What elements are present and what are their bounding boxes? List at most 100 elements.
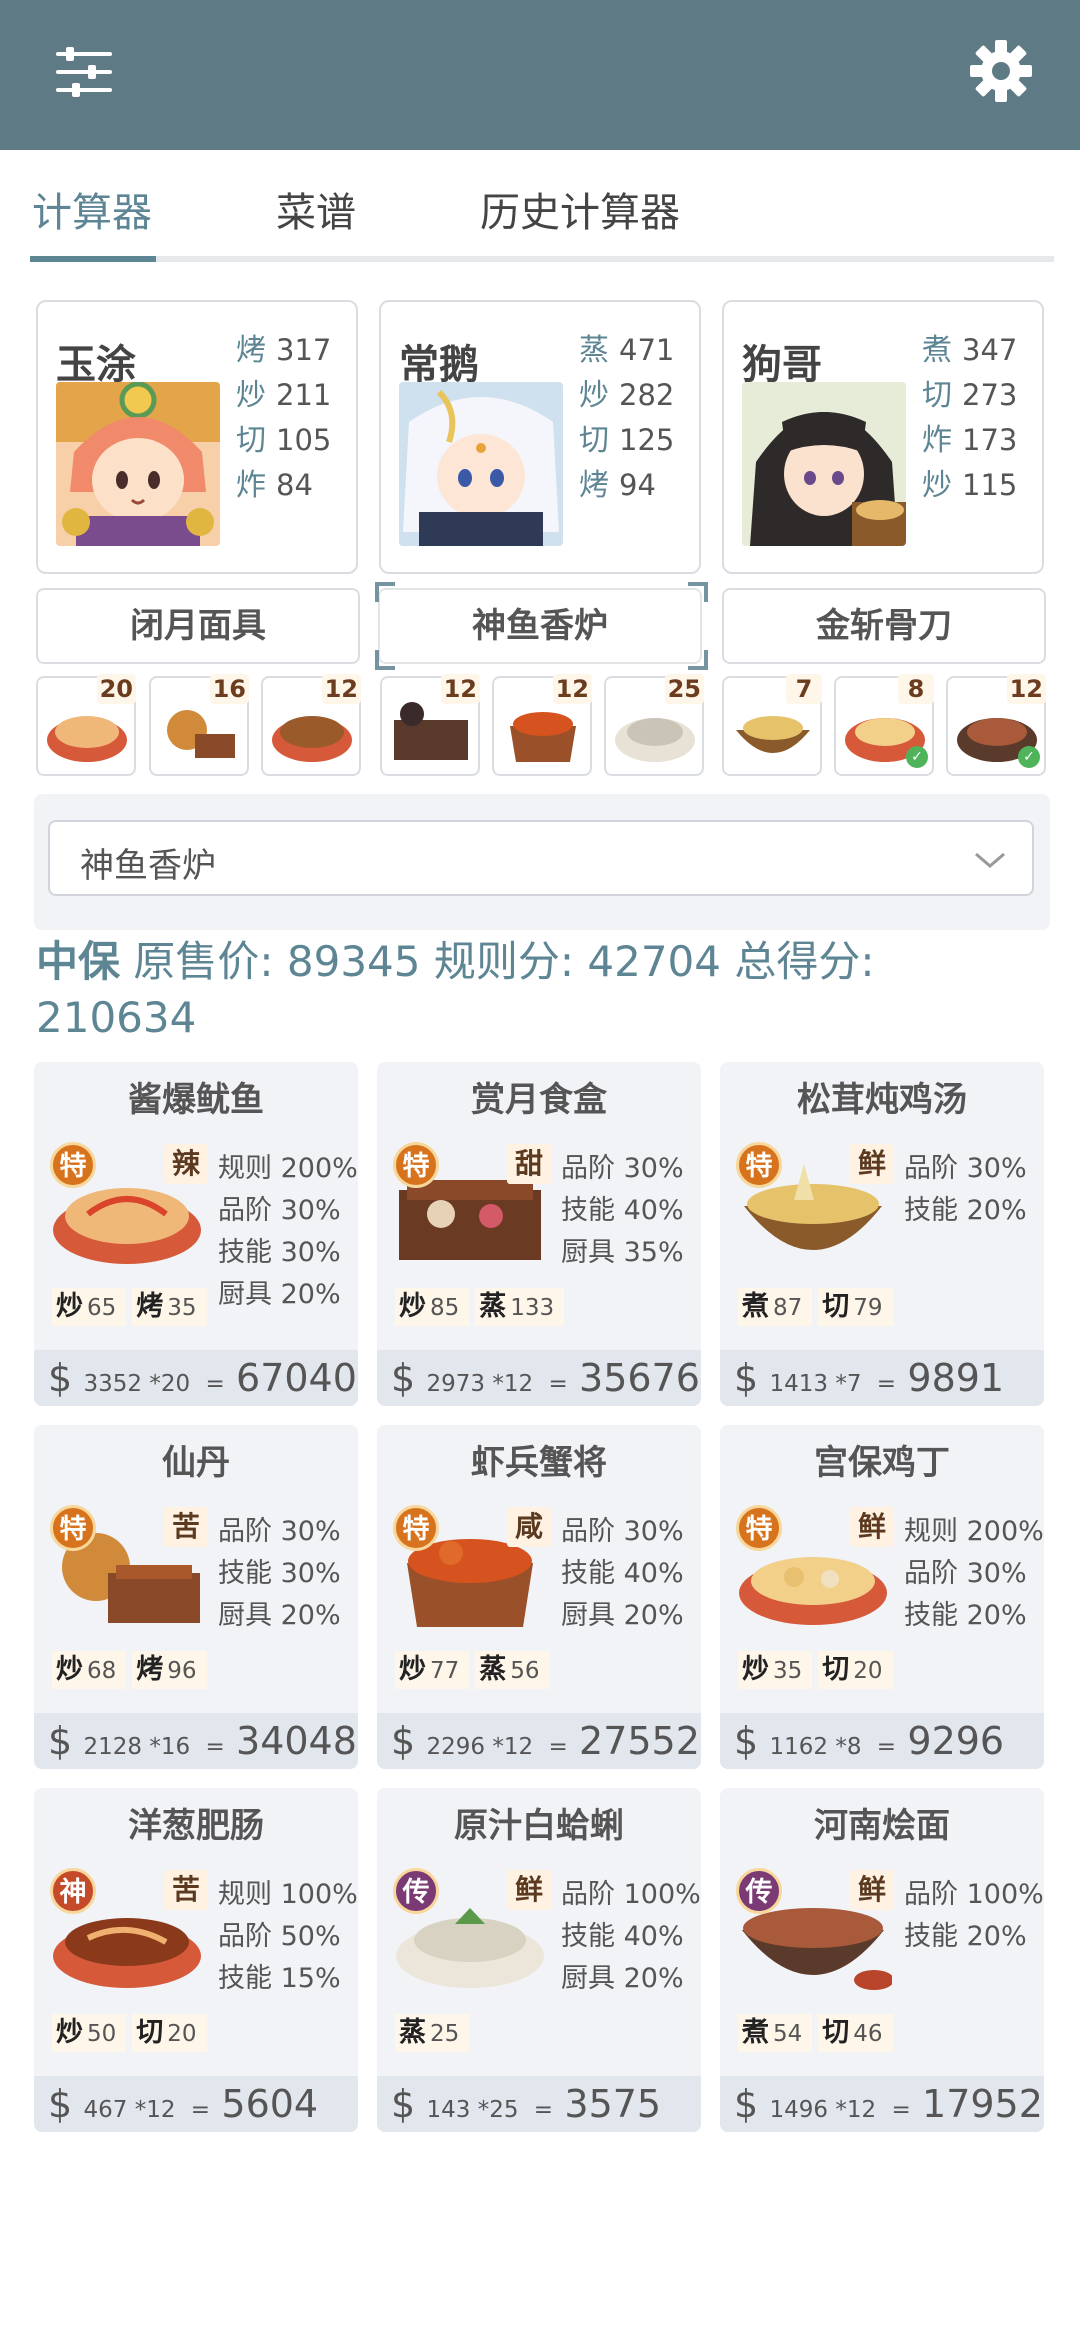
dish-price-line: $ 2296 *12 = 27552 (377, 1713, 701, 1769)
selection-corner (688, 650, 708, 670)
dish-buff: 厨具 20% (218, 1600, 341, 1631)
equals-sign: = (891, 2097, 911, 2123)
dish-price-line: $ 467 *12 = 5604 (34, 2076, 358, 2132)
dish-card[interactable]: 原汁白蛤蜊 传 鲜 品阶 100% 技能 40% 厨具 20% 蒸 25 $ 143 … (377, 1788, 701, 2132)
flavor-tag: 鲜 (850, 1144, 894, 1184)
tab-recipes[interactable]: 菜谱 (276, 180, 356, 238)
dish-slot[interactable]: 12 (261, 674, 361, 776)
skill-requirement: 煮 87 (738, 1288, 813, 1326)
grade-label: 中保 (36, 937, 121, 986)
dish-price: 2128 *16 (83, 1734, 191, 1760)
dish-total: 3575 (564, 2082, 662, 2126)
dish-title: 洋葱肥肠 (128, 1806, 264, 1846)
dish-buff: 技能 15% (218, 1963, 341, 1994)
dish-price-line: $ 143 *25 = 3575 (377, 2076, 701, 2132)
currency-symbol: $ (734, 1356, 759, 1400)
chef-portrait (56, 382, 220, 546)
dish-slot[interactable]: 8 ✓ (834, 674, 934, 776)
dish-buff: 规则 200% (904, 1516, 1044, 1547)
equipment-button[interactable]: 闭月面具 (36, 588, 360, 664)
dish-card[interactable]: 仙丹 特 苦 品阶 30% 技能 30% 厨具 20% 炒 68 烤 96 $ 2128 … (34, 1425, 358, 1769)
gear-icon[interactable] (968, 38, 1034, 104)
chef-stat: 切 105 (236, 423, 332, 458)
dish-card[interactable]: 宫保鸡丁 特 鲜 规则 200% 品阶 30% 技能 20% 炒 35 切 20 $ 11… (720, 1425, 1044, 1769)
dish-card[interactable]: 洋葱肥肠 神 苦 规则 100% 品阶 50% 技能 15% 炒 50 切 20 $ 46… (34, 1788, 358, 2132)
skill-requirement: 烤 96 (132, 1651, 207, 1689)
sliders-icon[interactable] (52, 40, 116, 104)
dish-card[interactable]: 松茸炖鸡汤 特 鲜 品阶 30% 技能 20% 煮 87 切 79 $ 1413 *7 … (720, 1062, 1044, 1406)
dish-slot[interactable]: 20 (36, 674, 136, 776)
dish-slot[interactable]: 12 ✓ (946, 674, 1046, 776)
skill-requirement: 炒 35 (738, 1651, 813, 1689)
dish-card[interactable]: 虾兵蟹将 特 咸 品阶 30% 技能 40% 厨具 20% 炒 77 蒸 56 $ 229… (377, 1425, 701, 1769)
dish-title: 原汁白蛤蜊 (454, 1806, 624, 1846)
dish-card[interactable]: 酱爆鱿鱼 特 辣 规则 200% 品阶 30% 技能 30% 厨具 20% 炒 65 烤 3… (34, 1062, 358, 1406)
flavor-tag: 苦 (164, 1870, 208, 1910)
dish-buffs: 规则 100% 品阶 50% 技能 15% (218, 1874, 358, 2000)
dish-buff: 厨具 20% (561, 1600, 684, 1631)
dish-count: 12 (321, 674, 361, 704)
chef-card[interactable]: 狗哥 煮 347 切 273 炸 173 炒 115 (722, 300, 1044, 574)
tab-calculator[interactable]: 计算器 (32, 180, 152, 238)
tab-history-calculator[interactable]: 历史计算器 (480, 180, 680, 238)
equipment-dropdown[interactable]: 神鱼香炉 (48, 820, 1034, 896)
dish-price: 467 *12 (83, 2097, 176, 2123)
chef-stats: 煮 347 切 273 炸 173 炒 115 (922, 328, 1042, 508)
currency-symbol: $ (48, 1356, 73, 1400)
currency-symbol: $ (48, 2082, 73, 2126)
flavor-tag: 辣 (164, 1144, 208, 1184)
skill-requirement: 炒 77 (395, 1651, 470, 1689)
skill-requirement: 蒸 25 (395, 2014, 470, 2052)
skill-requirement: 切 46 (818, 2014, 893, 2052)
dish-buff: 厨具 20% (561, 1963, 684, 1994)
dish-price: 1496 *12 (769, 2097, 877, 2123)
dish-total: 9891 (907, 1356, 1005, 1400)
dish-card[interactable]: 赏月食盒 特 甜 品阶 30% 技能 40% 厨具 35% 炒 85 蒸 133 $ 29… (377, 1062, 701, 1406)
dish-price: 3352 *20 (83, 1371, 191, 1397)
dish-count: 12 (440, 674, 480, 704)
dish-price: 143 *25 (426, 2097, 519, 2123)
selection-corner (375, 582, 395, 602)
dish-card[interactable]: 河南烩面 传 鲜 品阶 100% 技能 20% 煮 54 切 46 $ 1496 *12… (720, 1788, 1044, 2132)
dish-slot[interactable]: 16 (149, 674, 249, 776)
equipment-button[interactable]: 金斩骨刀 (722, 588, 1046, 664)
dish-buff: 技能 40% (561, 1921, 684, 1952)
dish-buff: 品阶 30% (904, 1153, 1027, 1184)
dish-total: 17952 (922, 2082, 1043, 2126)
dish-buff: 品阶 100% (561, 1879, 701, 1910)
rarity-badge: 特 (736, 1505, 782, 1551)
rarity-badge: 特 (393, 1505, 439, 1551)
chef-stat: 烤 317 (236, 333, 332, 368)
currency-symbol: $ (391, 2082, 416, 2126)
dish-slot[interactable]: 12 (492, 674, 592, 776)
dish-buff: 技能 40% (561, 1195, 684, 1226)
dish-buff: 厨具 20% (218, 1279, 341, 1310)
dish-skills: 炒 65 烤 35 (52, 1288, 213, 1328)
dish-slot[interactable]: 7 (722, 674, 822, 776)
app-header (0, 0, 1080, 150)
dish-buff: 规则 200% (218, 1153, 358, 1184)
currency-symbol: $ (734, 1719, 759, 1763)
chef-stat: 炸 173 (922, 423, 1018, 458)
chef-stat: 炒 115 (922, 468, 1018, 503)
chef-card[interactable]: 玉涂 烤 317 炒 211 切 105 炸 84 (36, 300, 358, 574)
chef-card[interactable]: 常鹅 蒸 471 炒 282 切 125 烤 94 (379, 300, 701, 574)
original-price-label: 原售价: (133, 937, 274, 986)
dish-buff: 规则 100% (218, 1879, 358, 1910)
dish-slot[interactable]: 12 (380, 674, 480, 776)
dish-total: 67040 (236, 1356, 357, 1400)
flavor-tag: 苦 (164, 1507, 208, 1547)
dish-slot[interactable]: 25 (604, 674, 704, 776)
dish-buffs: 品阶 30% 技能 40% 厨具 20% (561, 1511, 701, 1637)
dish-skills: 煮 54 切 46 (738, 2014, 899, 2054)
chef-stat: 切 273 (922, 378, 1018, 413)
dish-total: 9296 (907, 1719, 1005, 1763)
dish-skills: 炒 77 蒸 56 (395, 1651, 556, 1691)
dish-title: 赏月食盒 (471, 1080, 607, 1120)
rarity-badge: 特 (736, 1142, 782, 1188)
skill-requirement: 蒸 133 (475, 1288, 565, 1326)
check-icon: ✓ (1018, 746, 1040, 768)
dish-count: 12 (552, 674, 592, 704)
equipment-button-selected[interactable]: 神鱼香炉 (378, 588, 702, 664)
dish-price: 1413 *7 (769, 1371, 862, 1397)
